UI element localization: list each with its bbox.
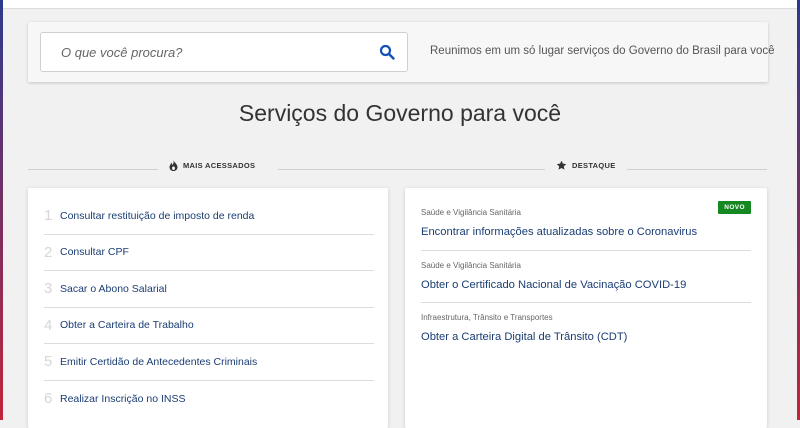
highlights-label: DESTAQUE	[572, 161, 616, 170]
highlights-list: Saúde e Vigilância Sanitária NOVO Encont…	[421, 198, 751, 356]
category-label: Saúde e Vigilância Sanitária	[421, 260, 521, 270]
service-link[interactable]: Realizar Inscrição no INSS	[60, 393, 185, 405]
category-label: Infraestrutura, Trânsito e Transportes	[421, 313, 553, 322]
page-title: Serviços do Governo para você	[238, 100, 562, 126]
rank-number: 2	[44, 243, 53, 261]
most-accessed-label: MAIS ACESSADOS	[183, 161, 256, 170]
list-item[interactable]: 5 Emitir Certidão de Antecedentes Crimin…	[44, 344, 374, 381]
category-label: Saúde e Vigilância Sanitária	[421, 208, 521, 217]
highlight-item[interactable]: Saúde e Vigilância Sanitária NOVO Encont…	[421, 198, 751, 251]
top-bar	[3, 0, 797, 9]
highlight-link[interactable]: Obter a Carteira Digital de Trânsito (CD…	[421, 331, 627, 343]
rank-number: 3	[44, 280, 53, 298]
search-card: Reunimos em um só lugar serviços do Gove…	[28, 22, 775, 82]
window-edge-left	[0, 0, 3, 420]
divider	[278, 169, 418, 170]
most-accessed-title: MAIS ACESSADOS	[169, 160, 255, 171]
highlight-link[interactable]: Obter o Certificado Nacional de Vacinaçã…	[421, 279, 686, 291]
rank-number: 5	[44, 353, 53, 371]
list-item[interactable]: 4 Obter a Carteira de Trabalho	[44, 308, 374, 344]
list-item[interactable]: 2 Consultar CPF	[44, 235, 374, 271]
search-box	[40, 32, 408, 72]
service-link[interactable]: Emitir Certidão de Antecedentes Criminai…	[60, 356, 257, 368]
list-item[interactable]: 3 Sacar o Abono Salarial	[44, 271, 374, 308]
most-accessed-header: MAIS ACESSADOS	[28, 160, 418, 178]
divider	[28, 169, 158, 170]
flame-icon	[169, 160, 178, 171]
rank-number: 6	[44, 390, 53, 408]
highlights-title: DESTAQUE	[556, 160, 616, 171]
search-icon[interactable]	[379, 44, 395, 60]
search-tagline: Reunimos em um só lugar serviços do Gove…	[430, 45, 775, 57]
star-icon	[556, 160, 567, 170]
highlights-header: DESTAQUE	[405, 160, 767, 178]
list-item[interactable]: 1 Consultar restituição de imposto de re…	[44, 198, 374, 235]
service-link[interactable]: Consultar CPF	[60, 246, 129, 258]
service-link[interactable]: Consultar restituição de imposto de rend…	[60, 210, 254, 222]
new-badge: NOVO	[718, 201, 751, 214]
highlight-item[interactable]: Saúde e Vigilância Sanitária Obter o Cer…	[421, 251, 751, 303]
highlight-item[interactable]: Infraestrutura, Trânsito e Transportes O…	[421, 303, 751, 356]
most-accessed-panel: 1 Consultar restituição de imposto de re…	[28, 188, 388, 428]
divider	[627, 169, 767, 170]
highlight-link[interactable]: Encontrar informações atualizadas sobre …	[421, 226, 697, 238]
rank-number: 4	[44, 316, 53, 334]
service-link[interactable]: Obter a Carteira de Trabalho	[60, 319, 194, 331]
divider	[405, 169, 545, 170]
search-input[interactable]	[41, 33, 361, 71]
rank-number: 1	[44, 207, 53, 225]
most-accessed-list: 1 Consultar restituição de imposto de re…	[44, 198, 374, 417]
list-item[interactable]: 6 Realizar Inscrição no INSS	[44, 381, 374, 418]
service-link[interactable]: Sacar o Abono Salarial	[60, 283, 167, 295]
highlights-panel: Saúde e Vigilância Sanitária NOVO Encont…	[405, 188, 767, 428]
